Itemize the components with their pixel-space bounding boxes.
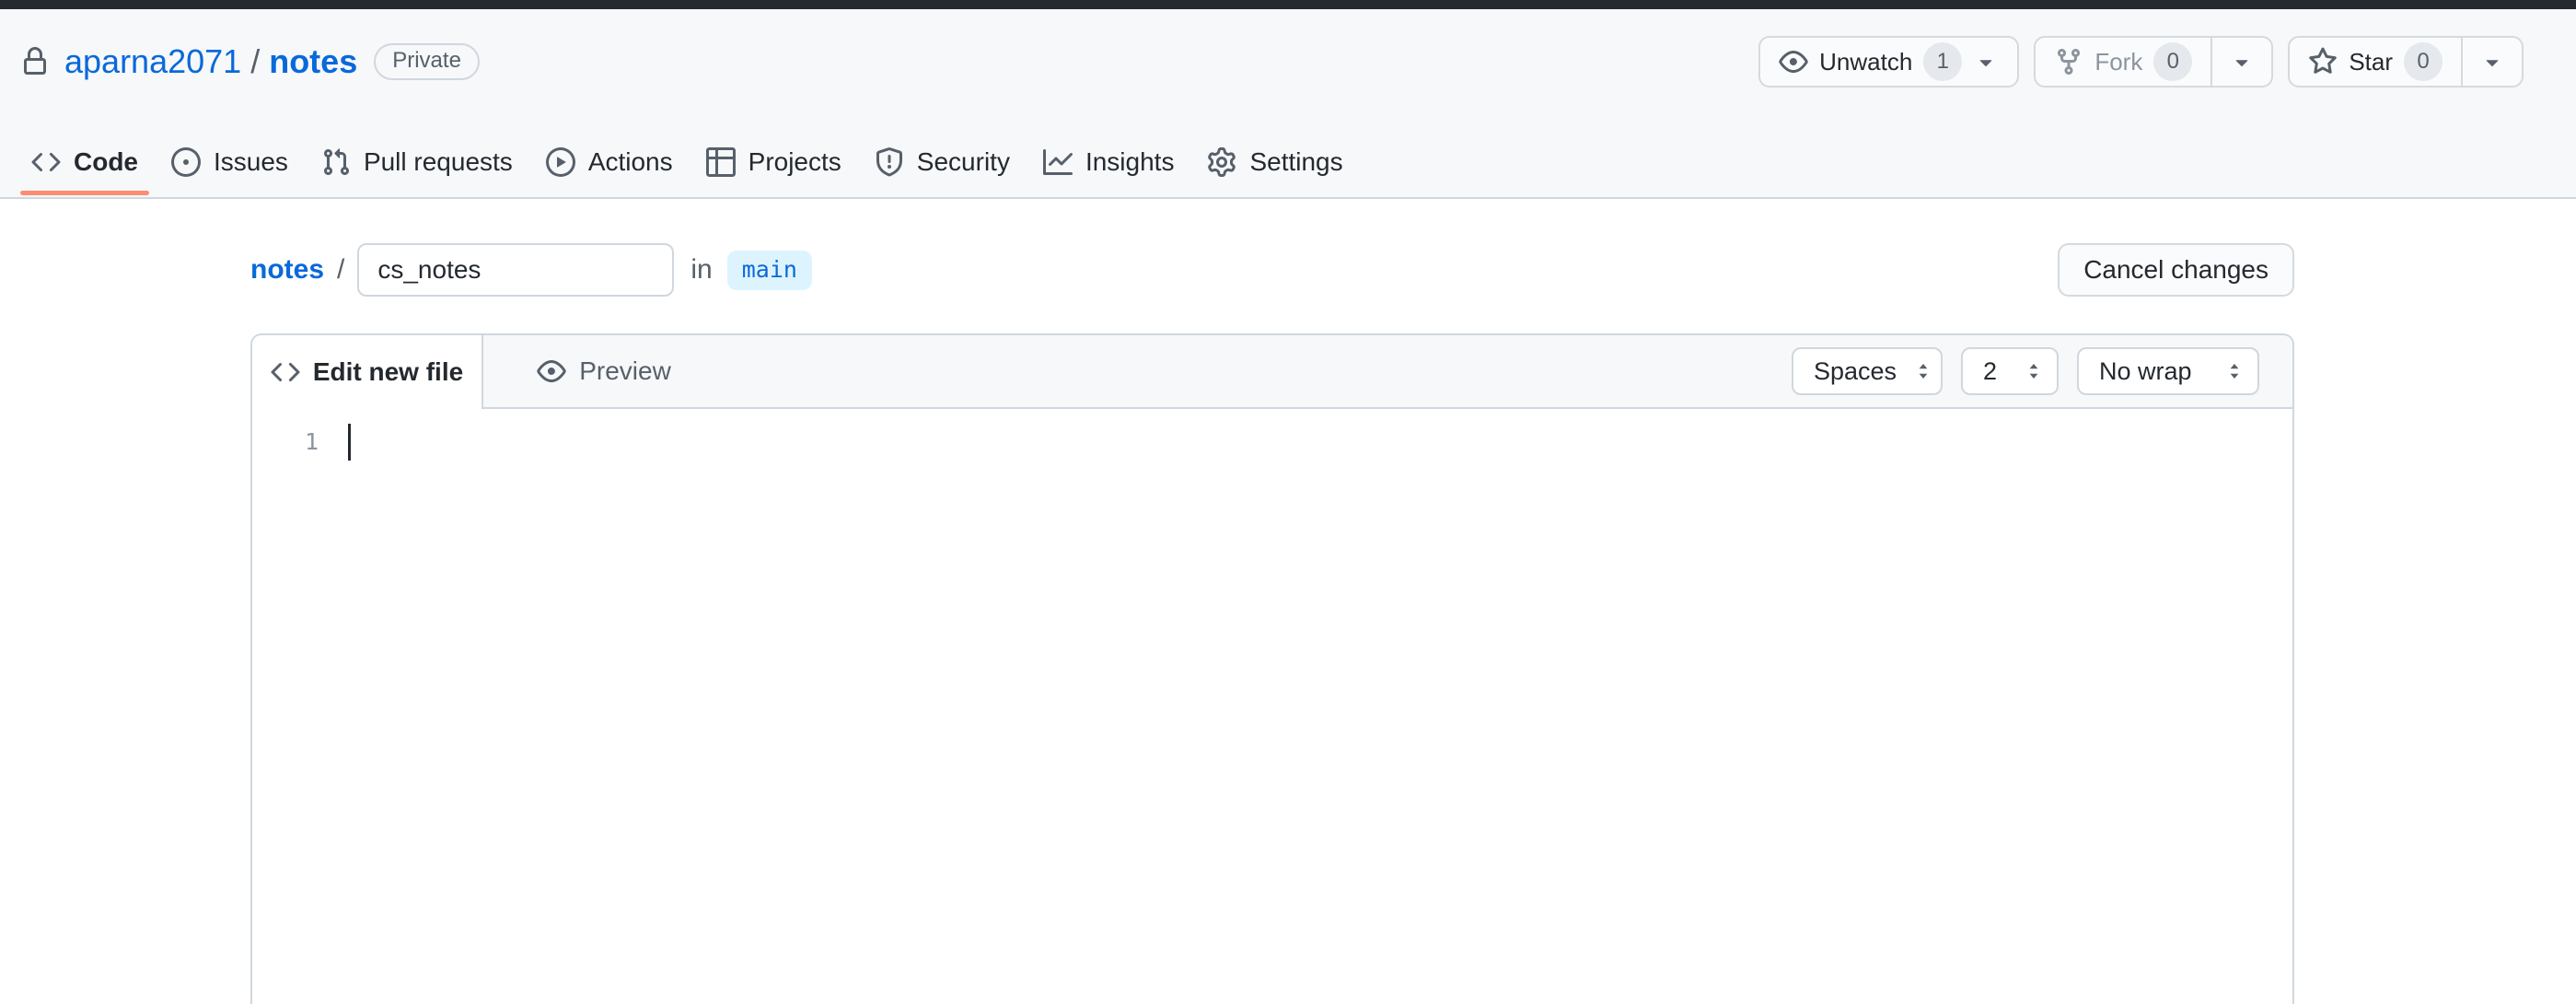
wrap-mode-value: No wrap — [2099, 357, 2192, 386]
repo-nav: Code Issues Pull requests Actions Pro — [0, 127, 2576, 197]
tab-pull-requests[interactable]: Pull requests — [305, 127, 529, 197]
editor-toolbar: Edit new file Preview Spaces 2 — [252, 335, 2292, 409]
table-icon — [706, 147, 736, 177]
indent-mode-value: Spaces — [1814, 357, 1897, 386]
cancel-changes-button[interactable]: Cancel changes — [2058, 243, 2294, 297]
star-button[interactable]: Star 0 — [2290, 38, 2461, 86]
tab-security-label: Security — [917, 147, 1010, 177]
tab-issues[interactable]: Issues — [155, 127, 305, 197]
shield-icon — [875, 147, 904, 177]
line-number: 1 — [305, 428, 319, 455]
repo-title: aparna2071 / notes — [64, 42, 357, 81]
graph-icon — [1043, 147, 1073, 177]
star-icon — [2308, 47, 2338, 76]
repo-name-link[interactable]: notes — [269, 42, 357, 81]
tab-settings-label: Settings — [1249, 147, 1342, 177]
tab-pull-requests-label: Pull requests — [364, 147, 513, 177]
fork-dropdown-button[interactable] — [2210, 38, 2271, 86]
text-cursor — [348, 424, 351, 461]
tab-settings[interactable]: Settings — [1190, 127, 1359, 197]
up-down-arrows-icon — [1913, 361, 1933, 381]
watch-count-badge: 1 — [1923, 42, 1962, 81]
file-header-row: notes / in main Cancel changes — [250, 243, 2294, 297]
repo-owner-link[interactable]: aparna2071 — [64, 42, 241, 81]
star-dropdown-button[interactable] — [2461, 38, 2522, 86]
unwatch-label: Unwatch — [1819, 48, 1912, 76]
wrap-mode-select[interactable]: No wrap — [2077, 347, 2259, 395]
active-tab-underline — [20, 191, 149, 195]
eye-icon — [1779, 47, 1808, 76]
tab-edit-new-file-label: Edit new file — [313, 357, 463, 387]
code-icon — [31, 147, 61, 177]
eye-icon — [537, 356, 566, 386]
indent-mode-select[interactable]: Spaces — [1792, 347, 1943, 395]
in-label: in — [690, 254, 712, 286]
star-label: Star — [2349, 48, 2393, 76]
repo-page-head: aparna2071 / notes Private Unwatch 1 — [0, 9, 2576, 199]
tab-preview-label: Preview — [579, 356, 671, 386]
triangle-down-icon — [2479, 49, 2505, 75]
breadcrumb-repo-link[interactable]: notes — [250, 254, 324, 286]
star-button-group: Star 0 — [2288, 36, 2524, 88]
triangle-down-icon — [1973, 49, 1999, 75]
tab-projects[interactable]: Projects — [690, 127, 858, 197]
fork-count-badge: 0 — [2153, 42, 2192, 81]
tab-projects-label: Projects — [748, 147, 841, 177]
repo-title-row: aparna2071 / notes Private Unwatch 1 — [0, 33, 2576, 90]
line-number-gutter: 1 — [252, 422, 319, 462]
fork-button[interactable]: Fork 0 — [2036, 38, 2210, 86]
indent-size-value: 2 — [1983, 357, 1997, 386]
main-content: notes / in main Cancel changes Edit new … — [0, 243, 2576, 1004]
gear-icon — [1207, 147, 1236, 177]
filename-input[interactable] — [357, 243, 674, 297]
repo-forked-icon — [2054, 47, 2083, 76]
tab-code[interactable]: Code — [15, 127, 155, 197]
indent-size-select[interactable]: 2 — [1961, 347, 2059, 395]
tab-security[interactable]: Security — [858, 127, 1027, 197]
breadcrumb: notes / in main — [250, 243, 812, 297]
lock-icon — [20, 47, 50, 76]
tab-insights[interactable]: Insights — [1027, 127, 1191, 197]
branch-badge: main — [727, 251, 812, 290]
tab-code-label: Code — [74, 147, 138, 177]
tab-issues-label: Issues — [214, 147, 288, 177]
tab-actions[interactable]: Actions — [529, 127, 690, 197]
tab-insights-label: Insights — [1085, 147, 1175, 177]
fork-label: Fork — [2094, 48, 2142, 76]
git-pull-request-icon — [321, 147, 351, 177]
breadcrumb-separator: / — [337, 254, 344, 286]
issue-opened-icon — [171, 147, 201, 177]
unwatch-button[interactable]: Unwatch 1 — [1758, 36, 2019, 88]
repo-actions: Unwatch 1 Fork 0 — [1758, 36, 2524, 88]
star-count-badge: 0 — [2404, 42, 2443, 81]
up-down-arrows-icon — [2024, 361, 2044, 381]
visibility-badge: Private — [374, 43, 480, 80]
triangle-down-icon — [2229, 49, 2255, 75]
editor-controls: Spaces 2 No wrap — [1792, 335, 2292, 407]
tab-actions-label: Actions — [588, 147, 673, 177]
global-header-strip — [0, 0, 2576, 9]
tab-edit-new-file[interactable]: Edit new file — [252, 335, 483, 409]
play-icon — [546, 147, 575, 177]
tab-preview[interactable]: Preview — [483, 335, 725, 407]
repo-title-separator: / — [250, 42, 260, 81]
file-editor: Edit new file Preview Spaces 2 — [250, 333, 2294, 1004]
fork-button-group: Fork 0 — [2034, 36, 2273, 88]
code-icon — [271, 357, 300, 387]
code-editor-area[interactable]: 1 — [252, 409, 2292, 1002]
up-down-arrows-icon — [2224, 361, 2245, 381]
